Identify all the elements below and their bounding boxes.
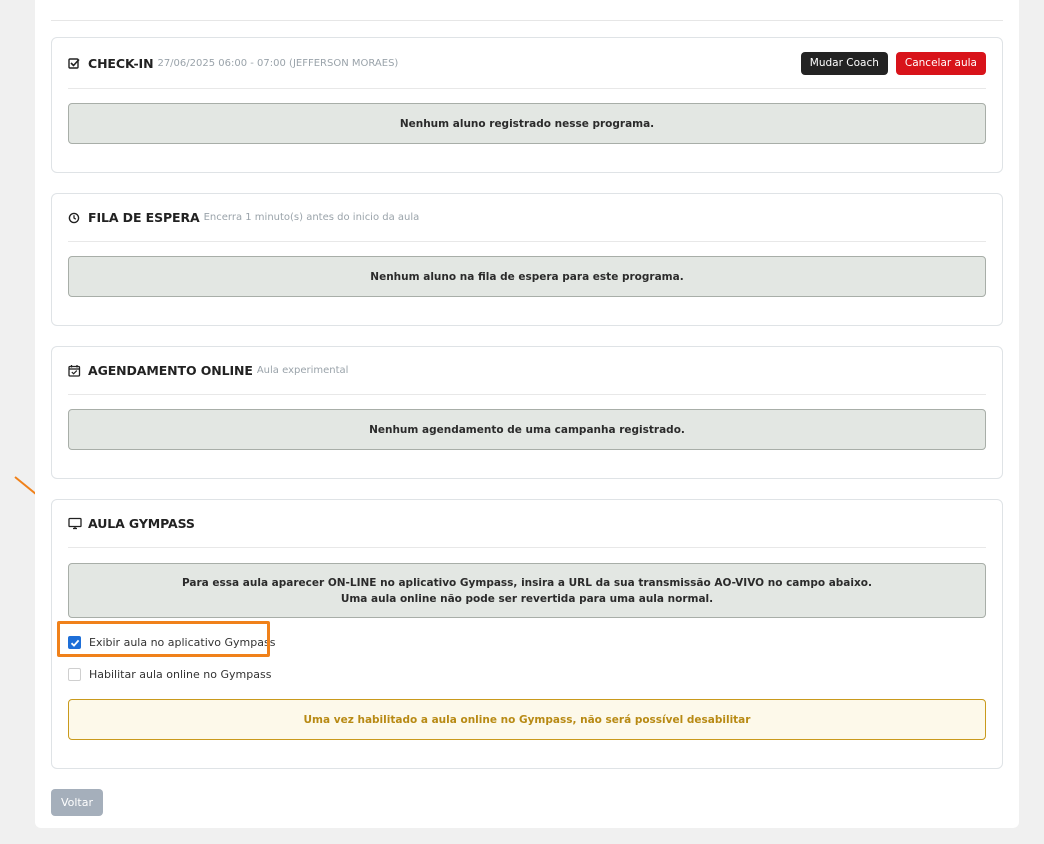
gympass-info-line1: Para essa aula aparecer ON-LINE no aplic… xyxy=(182,576,872,589)
gympass-warning: Uma vez habilitado a aula online no Gymp… xyxy=(68,699,986,740)
calendar-check-icon xyxy=(68,363,84,379)
annotation-highlight-box xyxy=(57,621,270,657)
cancel-class-button[interactable]: Cancelar aula xyxy=(895,51,986,75)
clock-icon xyxy=(68,210,84,226)
checkin-header: CHECK-IN 27/06/2025 06:00 - 07:00 (JEFFE… xyxy=(68,38,986,89)
gympass-title: AULA GYMPASS xyxy=(88,516,195,531)
monitor-icon xyxy=(68,516,84,532)
change-coach-button[interactable]: Mudar Coach xyxy=(800,51,888,75)
online-booking-empty-text: Nenhum agendamento de uma campanha regis… xyxy=(369,423,685,436)
online-booking-card: AGENDAMENTO ONLINE Aula experimental Nen… xyxy=(51,346,1003,479)
waitlist-card: FILA DE ESPERA Encerra 1 minuto(s) antes… xyxy=(51,193,1003,326)
online-booking-subtitle: Aula experimental xyxy=(256,365,349,376)
back-button[interactable]: Voltar xyxy=(51,789,103,816)
waitlist-empty-message: Nenhum aluno na fila de espera para este… xyxy=(68,256,986,297)
checkin-empty-message: Nenhum aluno registrado nesse programa. xyxy=(68,103,986,144)
online-booking-empty-message: Nenhum agendamento de uma campanha regis… xyxy=(68,409,986,450)
checkbox-check-icon xyxy=(68,55,84,71)
waitlist-empty-text: Nenhum aluno na fila de espera para este… xyxy=(370,270,684,283)
gympass-info-line2: Uma aula online não pode ser revertida p… xyxy=(340,592,714,605)
online-booking-title: AGENDAMENTO ONLINE xyxy=(88,363,253,378)
divider xyxy=(51,20,1003,21)
checkin-title: CHECK-IN xyxy=(88,55,154,71)
enable-online-row[interactable]: Habilitar aula online no Gympass xyxy=(68,668,271,681)
checkin-card: CHECK-IN 27/06/2025 06:00 - 07:00 (JEFFE… xyxy=(51,37,1003,173)
gympass-info: Para essa aula aparecer ON-LINE no aplic… xyxy=(68,563,986,618)
main-panel: CHECK-IN 27/06/2025 06:00 - 07:00 (JEFFE… xyxy=(35,0,1019,828)
enable-online-checkbox[interactable] xyxy=(68,668,81,681)
gympass-header: AULA GYMPASS xyxy=(68,500,986,548)
enable-online-label: Habilitar aula online no Gympass xyxy=(89,668,272,681)
online-booking-header: AGENDAMENTO ONLINE Aula experimental xyxy=(68,347,986,395)
checkin-subtitle: 27/06/2025 06:00 - 07:00 (JEFFERSON MORA… xyxy=(157,57,399,69)
waitlist-title: FILA DE ESPERA xyxy=(88,210,200,225)
gympass-warning-text: Uma vez habilitado a aula online no Gymp… xyxy=(303,713,751,726)
waitlist-subtitle: Encerra 1 minuto(s) antes do inicio da a… xyxy=(203,212,420,223)
waitlist-header: FILA DE ESPERA Encerra 1 minuto(s) antes… xyxy=(68,194,986,242)
checkin-empty-text: Nenhum aluno registrado nesse programa. xyxy=(399,117,655,130)
